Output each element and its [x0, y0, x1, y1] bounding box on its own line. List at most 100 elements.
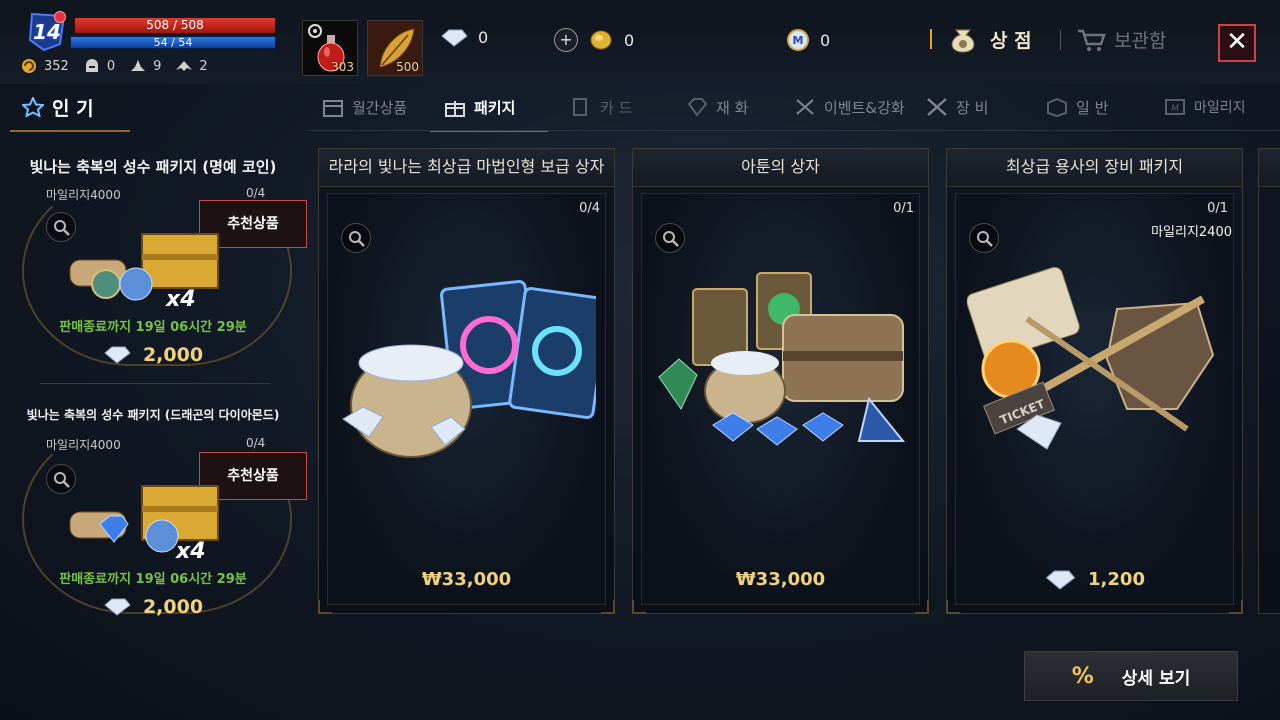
tab-label: 패키지	[474, 98, 516, 117]
diamond-amount: 0	[478, 28, 489, 47]
shop-tab-marker	[930, 29, 932, 49]
gem-icon	[687, 98, 708, 117]
card-corner-ornament	[946, 600, 960, 614]
price-value: ₩33,000	[421, 569, 512, 590]
hp-bar: 508 / 508	[74, 17, 276, 34]
tab-label: 장 비	[956, 98, 989, 117]
card-corner-ornament	[318, 600, 332, 614]
stat-swirl: 352	[20, 58, 69, 74]
tab-underline	[10, 130, 130, 132]
price-value: 2,000	[142, 344, 204, 366]
mileage-currency: M 0	[786, 28, 830, 52]
package-image: x4	[66, 480, 226, 564]
preview-button[interactable]	[969, 223, 999, 253]
card-title: 최상급 용사의 장비 패키지	[947, 149, 1242, 187]
product-image: TICKET	[966, 259, 1224, 479]
card-price: 1,200	[947, 569, 1242, 590]
storage-tab-label: 보관함	[1114, 30, 1167, 52]
card-corner-ornament	[915, 600, 929, 614]
helmet-icon	[85, 59, 98, 72]
tab-label: 마일리지	[1194, 100, 1246, 116]
magnifier-icon	[349, 231, 365, 247]
preview-button[interactable]	[341, 223, 371, 253]
diamond-icon	[441, 29, 468, 47]
card-title	[1259, 149, 1280, 187]
package-price: 2,000	[0, 596, 306, 618]
product-image	[339, 259, 610, 479]
star-icon	[22, 97, 44, 117]
tab-label: 재 화	[716, 98, 749, 117]
tab-general[interactable]: 일 반	[1046, 84, 1108, 130]
tab-event-enhance[interactable]: 이벤트&강화	[794, 84, 905, 130]
add-currency-button[interactable]: +	[554, 28, 578, 52]
tab-mileage[interactable]: M 마일리지	[1164, 84, 1246, 130]
card-limit: 0/1	[893, 201, 914, 216]
diamond-icon	[1045, 570, 1076, 590]
box-icon	[1047, 97, 1067, 117]
tab-monthly[interactable]: 월간상품	[322, 84, 407, 130]
level-badge[interactable]: 14	[24, 10, 70, 52]
calendar-icon	[323, 100, 343, 117]
mileage-coin-icon: M	[787, 29, 809, 51]
player-stats: 352 0 9 2	[20, 58, 208, 74]
crossed-swords-icon	[927, 98, 947, 116]
list-divider	[40, 383, 270, 384]
gold-amount: 0	[624, 30, 635, 50]
card-title: 아툰의 상자	[633, 149, 928, 187]
close-icon: ✕	[1226, 27, 1248, 57]
price-value: ₩33,000	[735, 569, 826, 590]
storage-tab[interactable]: 보관함	[1076, 26, 1166, 53]
product-card[interactable]: 최상급 용사의 장비 패키지 0/1 마일리지2400 TICKET 1,200	[946, 148, 1243, 614]
card-title: 라라의 빛나는 최상급 마법인형 보급 상자	[319, 149, 614, 187]
svg-text:M: M	[1171, 104, 1179, 114]
price-value: 2,000	[142, 596, 204, 618]
card-corner-ornament	[632, 600, 646, 614]
tab-divider	[308, 130, 1280, 131]
gold-currency: + 0	[554, 28, 634, 52]
product-card[interactable]: 라라의 빛나는 최상급 마법인형 보급 상자 0/4 ₩33,000	[318, 148, 615, 614]
product-card[interactable]: 아툰의 상자 0/1 ₩33,000	[632, 148, 929, 614]
magnifier-icon	[663, 231, 679, 247]
quick-slot-potion[interactable]: 303	[302, 20, 358, 76]
list-item[interactable]: 빛나는 축복의 성수 패키지 (명예 코인) 마일리지4000 0/4 추천상품…	[0, 140, 307, 380]
card-price: ₩33,000	[319, 569, 614, 590]
card-limit: 0/4	[579, 201, 600, 216]
card-mileage: 마일리지2400	[1151, 225, 1232, 240]
product-card-partial[interactable]	[1258, 148, 1280, 614]
sale-timer: 판매종료까지 19일 06시간 29분	[59, 320, 247, 335]
card-corner-ornament	[1229, 600, 1243, 614]
gift-icon	[445, 101, 465, 117]
card-corner-ornament	[601, 600, 615, 614]
tab-label: 카 드	[600, 98, 633, 117]
card-icon	[573, 98, 587, 116]
preview-button[interactable]	[655, 223, 685, 253]
tab-currency[interactable]: 재 화	[686, 84, 748, 130]
quick-slot-feather[interactable]: 500	[367, 20, 423, 76]
slot-quantity: 500	[396, 60, 419, 74]
money-bag-icon	[951, 29, 975, 53]
category-tabs: 인 기 월간상품 패키지 카 드 재 화 이벤트&강화 장 비 일 반 M 마일…	[0, 84, 1280, 132]
detail-view-button[interactable]: % 상세 보기	[1024, 651, 1238, 701]
shop-tab[interactable]: 상 점	[930, 24, 1032, 54]
diamond-bag-cards-icon	[342, 280, 610, 458]
stat-value: 9	[153, 58, 162, 74]
tab-package[interactable]: 패키지	[430, 84, 548, 132]
diamond-currency: 0	[440, 28, 488, 47]
package-mileage: 마일리지4000	[46, 188, 121, 202]
list-item[interactable]: 빛나는 축복의 성수 패키지 (드래곤의 다이아몬드) 마일리지4000 0/4…	[0, 402, 307, 642]
package-price: 2,000	[0, 344, 306, 366]
close-button[interactable]: ✕	[1218, 24, 1256, 62]
package-limit: 0/4	[246, 186, 266, 200]
card-price: ₩33,000	[633, 569, 928, 590]
mileage-icon: M	[1165, 99, 1185, 115]
magnifier-icon	[977, 231, 993, 247]
tab-card[interactable]: 카 드	[570, 84, 632, 130]
sale-timer: 판매종료까지 19일 06시간 29분	[59, 572, 247, 587]
swirl-icon	[22, 59, 36, 73]
price-value: 1,200	[1088, 569, 1145, 590]
wing-icon	[176, 61, 193, 71]
tab-hot[interactable]: 인 기	[10, 84, 130, 132]
slot-quantity: 303	[331, 60, 354, 74]
package-qty: x4	[175, 539, 206, 560]
tab-equipment[interactable]: 장 비	[926, 84, 988, 130]
